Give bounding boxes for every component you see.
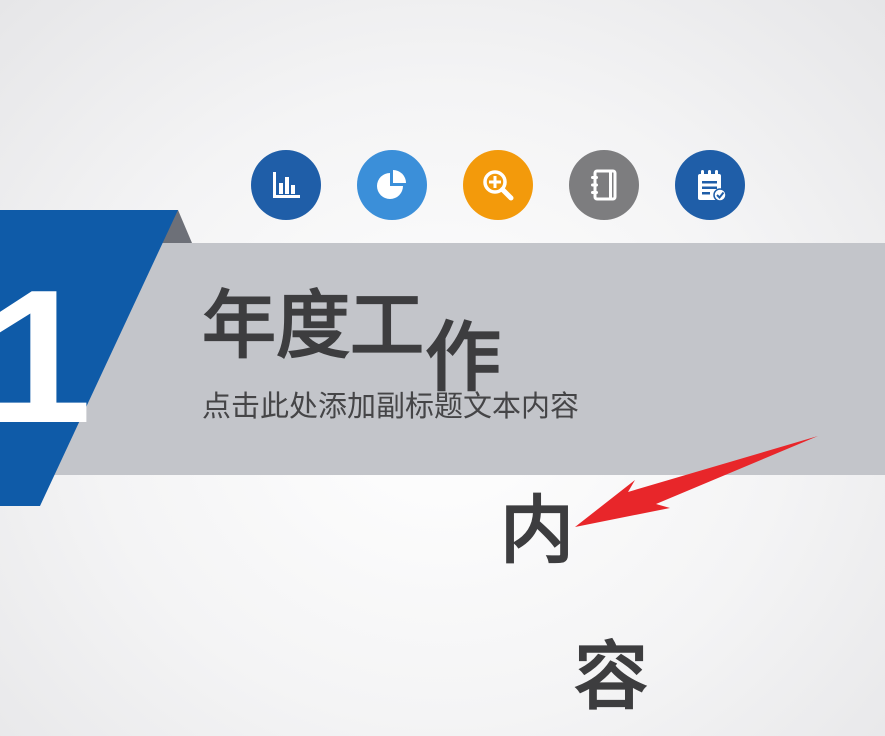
subtitle[interactable]: 点击此处添加副标题文本内容 bbox=[202, 392, 579, 421]
title-char-3: 工 bbox=[350, 283, 424, 369]
title-char-4: 作 bbox=[425, 313, 501, 402]
zoom-in-icon[interactable] bbox=[463, 150, 533, 220]
title-char-1: 年 bbox=[202, 283, 276, 369]
section-number: 1 bbox=[0, 251, 92, 463]
icon-row bbox=[0, 0, 885, 230]
notebook-icon[interactable] bbox=[569, 150, 639, 220]
title-char-2: 度 bbox=[276, 283, 350, 369]
title-char-6: 容 bbox=[574, 634, 648, 720]
notepad-check-icon[interactable] bbox=[675, 150, 745, 220]
bar-chart-icon[interactable] bbox=[251, 150, 321, 220]
annotation-arrow bbox=[575, 436, 818, 527]
pie-chart-icon[interactable] bbox=[357, 150, 427, 220]
